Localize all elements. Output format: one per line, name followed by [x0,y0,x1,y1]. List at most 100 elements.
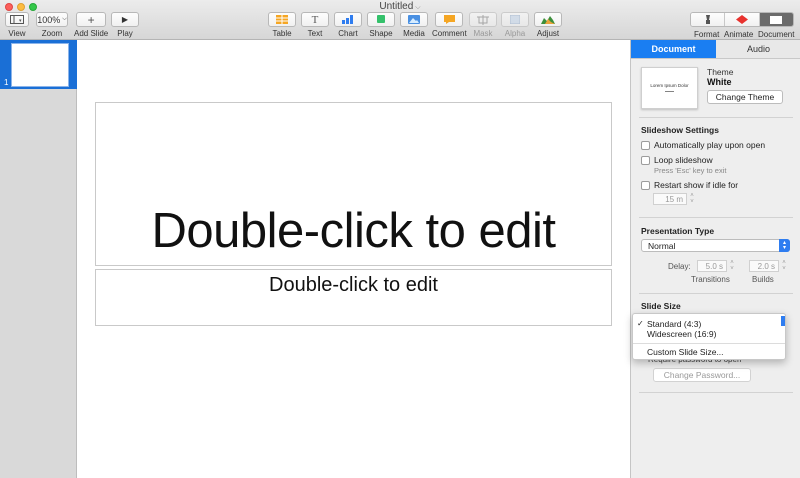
slide-size-select-arrow[interactable] [781,316,785,326]
idle-time-stepper[interactable]: ˄ ˅ [689,193,695,205]
format-label: Format [694,30,720,39]
adjust-button[interactable] [534,12,562,27]
menu-item-custom-size[interactable]: Custom Slide Size... [647,347,724,357]
table-label: Table [272,29,292,38]
slide-canvas[interactable]: Double-click to edit Double-click to edi… [78,40,630,478]
document-label: Document [758,30,795,39]
loop-checkbox[interactable] [641,155,650,165]
alpha-button[interactable] [501,12,529,27]
auto-play-checkbox[interactable] [641,140,650,150]
slide-thumbnail-selected[interactable]: 1 [0,40,77,89]
view-label: View [8,29,26,38]
shape-tool[interactable]: Shape [367,12,395,38]
document-icon [770,15,783,24]
delay-label: Delay: [668,262,691,271]
theme-thumbnail: Lorem Ipsum Dolor ▬▬▬ [641,67,698,109]
text-button[interactable]: T [301,12,329,27]
mask-label: Mask [473,29,493,38]
slide-size-title: Slide Size [641,301,681,311]
transitions-label: Transitions [691,275,730,284]
change-theme-button[interactable]: Change Theme [707,90,783,104]
media-tool[interactable]: Media [400,12,428,38]
play-label: Play [117,29,133,38]
slide-number: 1 [4,78,9,87]
theme-thumbnail-subtitle-line: ▬▬▬ [665,89,674,93]
chart-label: Chart [338,29,358,38]
zoom-value: 100% [37,14,61,25]
menu-separator [633,343,785,344]
divider [639,117,793,118]
paintbrush-icon [705,15,710,24]
presentation-type-select[interactable]: Normal ▴ ▾ [641,239,790,252]
divider [639,392,793,393]
zoom-select[interactable]: 100% ⌵ [36,12,68,27]
mask-tool[interactable]: Mask [469,12,497,38]
view-tool[interactable]: ▾ View [5,12,29,38]
media-button[interactable] [400,12,428,27]
menu-item-standard[interactable]: Standard (4:3) [647,319,701,329]
comment-button[interactable] [435,12,464,27]
table-icon [276,15,288,24]
add-slide-button[interactable]: + [76,12,107,27]
loop-label: Loop slideshow [654,155,713,165]
play-button[interactable]: ▶ [111,12,139,27]
table-tool[interactable]: Table [268,12,296,38]
document-button[interactable] [759,13,793,26]
table-button[interactable] [268,12,296,27]
restart-checkbox-row[interactable]: Restart show if idle for [641,180,738,190]
tab-document[interactable]: Document [631,40,716,58]
window-title[interactable]: Untitled ⌵ [0,1,800,12]
slide-thumbnail[interactable] [11,43,69,87]
chevron-updown-icon: ▴ ▾ [779,239,790,252]
slideshow-settings-title: Slideshow Settings [641,125,719,135]
presentation-type-title: Presentation Type [641,226,715,236]
divider [639,293,793,294]
alpha-label: Alpha [504,29,526,38]
shape-label: Shape [369,29,393,38]
histogram-icon [541,16,555,24]
zoom-tool[interactable]: 100% ⌵ Zoom [36,12,68,38]
builds-delay-stepper[interactable]: ˄ ˅ [781,260,787,272]
change-password-button[interactable]: Change Password... [653,368,751,382]
animate-label: Animate [724,30,754,39]
add-slide-label: Add Slide [74,29,109,38]
loop-checkbox-row[interactable]: Loop slideshow [641,155,713,165]
document-inspector: Document Audio Lorem Ipsum Dolor ▬▬▬ The… [630,40,800,478]
text-label: Text [307,29,323,38]
mask-button[interactable] [469,12,497,27]
restart-checkbox[interactable] [641,180,650,190]
play-tool[interactable]: ▶ Play [111,12,139,38]
animate-button[interactable] [725,13,760,26]
diamond-icon [735,15,748,24]
title-placeholder[interactable]: Double-click to edit [95,102,612,266]
sidebar-layout-icon: ▾ [10,15,24,24]
zoom-label: Zoom [41,29,63,38]
plus-icon: + [87,12,95,27]
bar-chart-icon [342,15,353,24]
restart-label: Restart show if idle for [654,180,739,190]
add-slide-tool[interactable]: + Add Slide [74,12,108,38]
mask-icon [477,14,489,25]
chart-button[interactable] [334,12,362,27]
square-shape-icon [377,15,385,23]
inspector-tabs: Document Audio [631,40,800,59]
subtitle-placeholder[interactable]: Double-click to edit [95,269,612,326]
view-button[interactable]: ▾ [5,12,29,27]
auto-play-checkbox-row[interactable]: Automatically play upon open [641,140,765,150]
alpha-tool[interactable]: Alpha [501,12,529,38]
chart-tool[interactable]: Chart [334,12,362,38]
theme-value: White [707,77,732,87]
comment-tool[interactable]: Comment [432,12,467,38]
idle-time-field[interactable]: 15 m [653,193,687,205]
format-button[interactable] [691,13,726,26]
menu-item-widescreen[interactable]: Widescreen (16:9) [647,329,716,339]
transitions-delay-field[interactable]: 5.0 s [697,260,727,272]
adjust-tool[interactable]: Adjust [534,12,562,38]
text-tool[interactable]: T Text [301,12,329,38]
builds-delay-field[interactable]: 2.0 s [749,260,779,272]
shape-button[interactable] [367,12,395,27]
transitions-delay-stepper[interactable]: ˄ ˅ [729,260,735,272]
loop-hint: Press 'Esc' key to exit [654,166,727,175]
tab-audio[interactable]: Audio [716,40,800,58]
subtitle-placeholder-text: Double-click to edit [269,274,438,296]
